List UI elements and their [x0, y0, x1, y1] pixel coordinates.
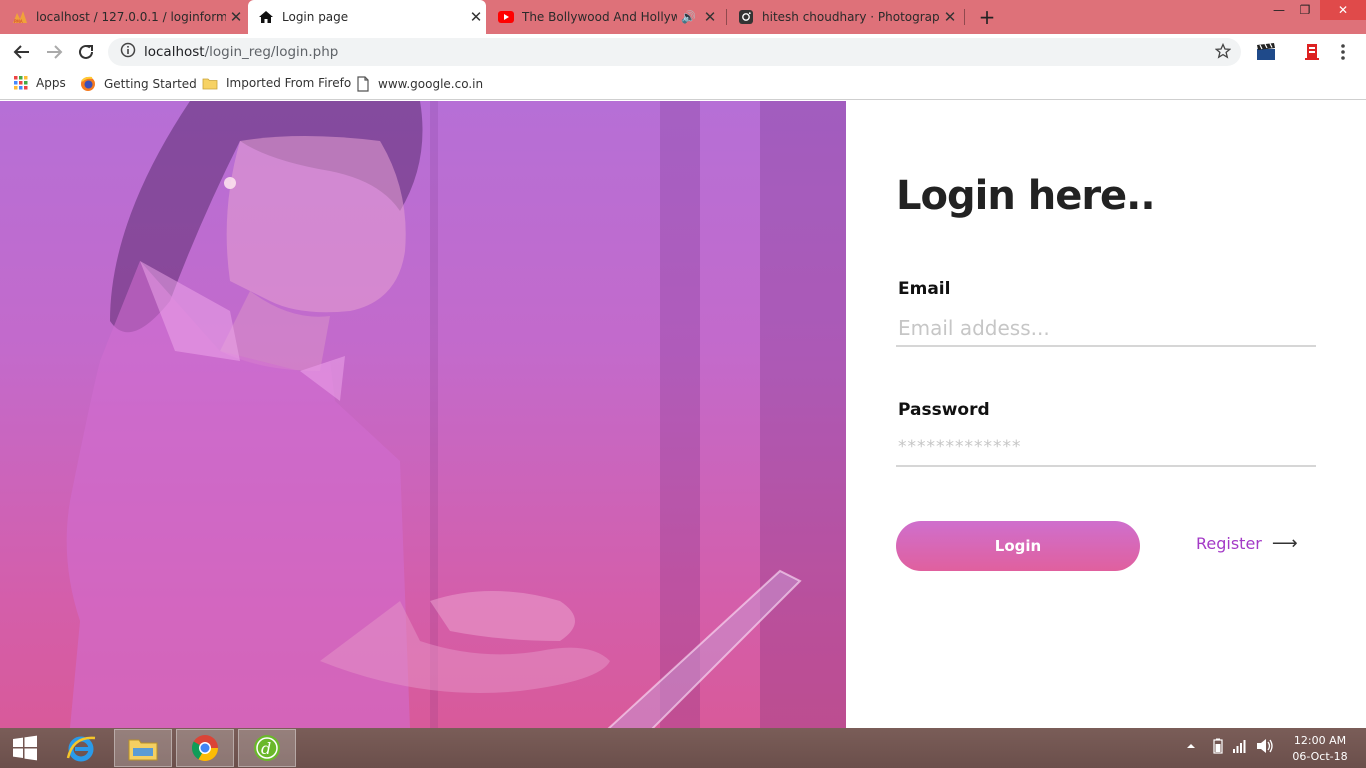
forward-arrow-icon	[47, 45, 63, 59]
register-label: Register	[1196, 534, 1262, 553]
arrow-right-icon: ⟶	[1271, 533, 1298, 554]
taskbar-dreamweaver[interactable]: d	[238, 729, 296, 767]
tab-login-page[interactable]: Login page ✕	[248, 0, 486, 34]
page-title: Login here..	[896, 173, 1156, 219]
url-path: /login_reg/login.php	[204, 44, 339, 60]
show-hidden-icons[interactable]	[1186, 738, 1196, 757]
internet-explorer-icon	[66, 736, 96, 762]
tab-separator	[726, 9, 727, 25]
login-form: Login here.. Email Password ************…	[846, 101, 1366, 728]
svg-text:d: d	[261, 739, 271, 758]
bookmark-label: Apps	[36, 76, 66, 90]
clapper-extension-icon[interactable]	[1256, 42, 1276, 62]
tab-phpmyadmin[interactable]: PMA localhost / 127.0.0.1 / loginform | …	[12, 0, 246, 34]
clock-date: 06-Oct-18	[1292, 750, 1348, 763]
restore-button[interactable]: ❐	[1290, 0, 1320, 20]
bookmarks-bar: Apps Getting Started Imported From Firef…	[0, 70, 1366, 100]
bookmark-label: www.google.co.in	[378, 77, 484, 91]
phpmyadmin-icon: PMA	[12, 9, 28, 25]
register-link[interactable]: Register ⟶	[1196, 533, 1298, 554]
bookmark-star-icon[interactable]	[1214, 42, 1232, 63]
instagram-icon	[738, 9, 754, 25]
password-label: Password	[898, 400, 990, 420]
browser-toolbar: localhost/login_reg/login.php	[0, 34, 1366, 70]
forward-button[interactable]	[42, 40, 66, 64]
bookmark-label: Getting Started	[104, 77, 197, 91]
battery-icon[interactable]	[1212, 738, 1224, 758]
tab-instagram[interactable]: hitesh choudhary · Photography ✕	[738, 0, 960, 34]
windows-taskbar: d 12:00 AM 06-Oct-18	[0, 728, 1366, 768]
woman-with-tablet-illustration	[66, 101, 846, 728]
apps-grid-icon	[14, 76, 28, 90]
volume-icon[interactable]	[1256, 738, 1274, 758]
reload-button[interactable]	[74, 40, 98, 64]
system-clock[interactable]: 12:00 AM 06-Oct-18	[1286, 733, 1354, 765]
clock-time: 12:00 AM	[1293, 734, 1347, 747]
taskbar-file-explorer[interactable]	[114, 729, 172, 767]
folder-icon	[202, 76, 218, 90]
hero-photo	[0, 101, 846, 728]
bookmark-imported-folder[interactable]: Imported From Firefo	[202, 76, 351, 90]
close-icon[interactable]: ✕	[700, 8, 720, 26]
tab-title: The Bollywood And Hollywood	[522, 10, 678, 24]
tab-title: hitesh choudhary · Photography	[762, 10, 940, 24]
bookmark-getting-started[interactable]: Getting Started	[80, 76, 197, 92]
reload-icon	[79, 44, 93, 59]
taskbar-internet-explorer[interactable]	[52, 729, 110, 767]
red-extension-icon[interactable]	[1302, 42, 1322, 62]
bookmark-apps[interactable]: Apps	[14, 76, 66, 90]
url-text: localhost/login_reg/login.php	[144, 44, 338, 60]
page-icon	[356, 76, 370, 92]
tab-separator	[964, 9, 965, 25]
info-icon[interactable]	[120, 42, 136, 62]
password-field[interactable]	[896, 431, 1316, 467]
home-icon	[258, 9, 274, 25]
url-host: localhost	[144, 44, 205, 60]
close-icon[interactable]: ✕	[466, 8, 486, 26]
chrome-icon	[191, 735, 219, 762]
start-button[interactable]	[0, 729, 50, 767]
dreamweaver-icon: d	[254, 735, 280, 761]
bookmark-google[interactable]: www.google.co.in	[356, 76, 483, 92]
close-icon[interactable]: ✕	[226, 8, 246, 26]
email-field[interactable]	[896, 311, 1316, 347]
taskbar-chrome[interactable]	[176, 729, 234, 767]
tab-strip: PMA localhost / 127.0.0.1 / loginform | …	[0, 0, 1366, 34]
youtube-icon	[498, 9, 514, 25]
address-bar[interactable]: localhost/login_reg/login.php	[108, 38, 1241, 66]
tab-title: localhost / 127.0.0.1 / loginform |	[36, 10, 226, 24]
tab-title: Login page	[282, 10, 349, 24]
svg-text:PMA: PMA	[14, 19, 23, 24]
login-button[interactable]: Login	[896, 521, 1140, 571]
start-icon	[13, 735, 37, 761]
file-explorer-icon	[128, 739, 158, 761]
login-page: Login here.. Email Password ************…	[0, 101, 1366, 728]
back-arrow-icon	[13, 45, 29, 59]
window-close-button[interactable]: ✕	[1320, 0, 1366, 20]
menu-dots-icon[interactable]	[1336, 42, 1350, 62]
network-signal-icon[interactable]	[1232, 738, 1248, 758]
firefox-icon	[80, 76, 96, 92]
bookmark-label: Imported From Firefo	[226, 76, 352, 90]
email-label: Email	[898, 279, 951, 299]
close-icon[interactable]: ✕	[940, 8, 960, 26]
speaker-icon[interactable]: 🔊	[681, 10, 696, 24]
tab-youtube[interactable]: The Bollywood And Hollywood 🔊 ✕	[498, 0, 720, 34]
back-button[interactable]	[10, 40, 34, 64]
new-tab-button[interactable]: +	[976, 4, 998, 30]
